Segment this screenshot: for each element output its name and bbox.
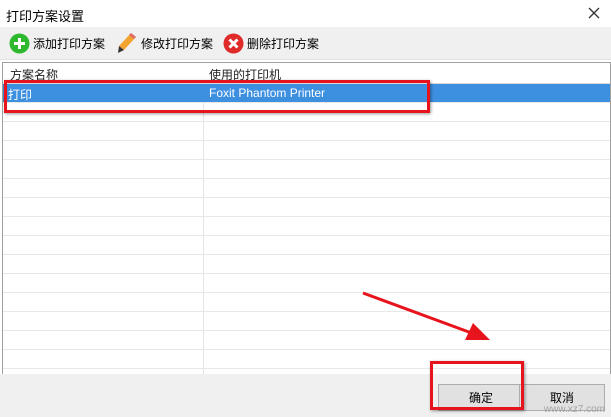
table-row[interactable]: 打印 Foxit Phantom Printer bbox=[3, 84, 610, 103]
delete-scheme-button[interactable]: 删除打印方案 bbox=[222, 31, 319, 55]
watermark: www.xz7.com bbox=[543, 404, 605, 415]
add-scheme-label: 添加打印方案 bbox=[33, 36, 106, 51]
close-icon bbox=[588, 7, 600, 19]
delete-circle-icon bbox=[222, 32, 244, 54]
header-printer[interactable]: 使用的打印机 bbox=[209, 66, 281, 83]
empty-row bbox=[3, 331, 610, 350]
edit-scheme-label: 修改打印方案 bbox=[141, 36, 214, 51]
cell-printer: Foxit Phantom Printer bbox=[209, 86, 326, 100]
ok-button[interactable]: 确定 bbox=[438, 384, 524, 411]
empty-row bbox=[3, 160, 610, 179]
edit-scheme-button[interactable]: 修改打印方案 bbox=[116, 31, 213, 55]
title-bar: 打印方案设置 bbox=[0, 0, 611, 27]
scheme-table: 方案名称 使用的打印机 打印 Foxit Phantom Printer bbox=[2, 62, 611, 375]
annotation-arrow-icon bbox=[362, 291, 490, 340]
table-header: 方案名称 使用的打印机 bbox=[3, 63, 610, 84]
empty-row bbox=[3, 198, 610, 217]
empty-row bbox=[3, 274, 610, 293]
empty-row bbox=[3, 103, 610, 122]
close-button[interactable] bbox=[581, 1, 607, 25]
empty-row bbox=[3, 122, 610, 141]
window-title: 打印方案设置 bbox=[6, 9, 85, 24]
empty-row bbox=[3, 255, 610, 274]
add-scheme-button[interactable]: 添加打印方案 bbox=[8, 31, 105, 55]
pencil-icon bbox=[116, 32, 138, 54]
toolbar: 添加打印方案 修改打印方案 删除打印方案 bbox=[0, 27, 611, 60]
empty-row bbox=[3, 312, 610, 331]
delete-scheme-label: 删除打印方案 bbox=[247, 36, 320, 51]
empty-row bbox=[3, 293, 610, 312]
empty-row bbox=[3, 350, 610, 369]
header-scheme-name[interactable]: 方案名称 bbox=[10, 66, 58, 83]
empty-row bbox=[3, 217, 610, 236]
empty-row bbox=[3, 236, 610, 255]
empty-row bbox=[3, 141, 610, 160]
empty-row bbox=[3, 179, 610, 198]
plus-circle-icon bbox=[8, 32, 30, 54]
cell-scheme-name: 打印 bbox=[8, 88, 33, 102]
